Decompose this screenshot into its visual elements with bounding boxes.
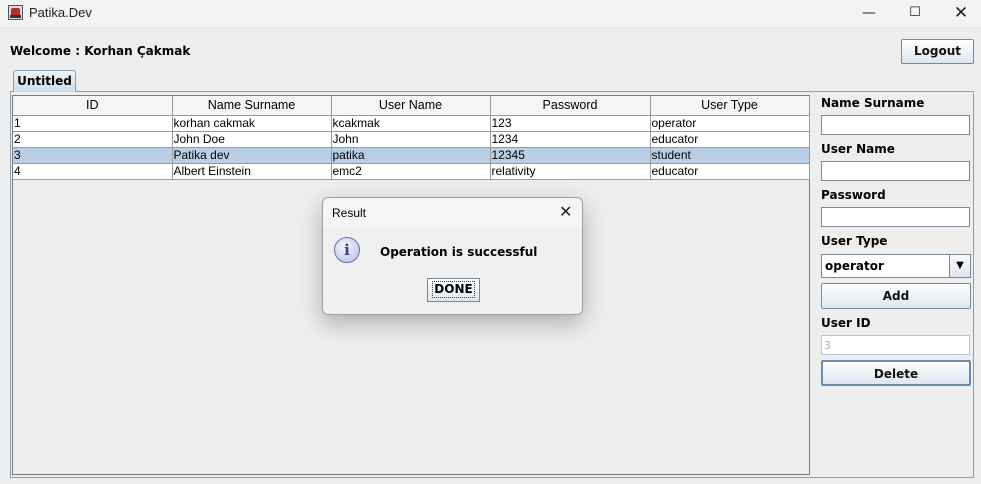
cell-user-type: student [650,147,810,164]
cell-id: 2 [13,131,173,148]
maximize-icon[interactable]: ☐ [892,0,938,28]
cell-name-surname: korhan cakmak [172,115,332,132]
close-icon[interactable]: ✕ [938,0,981,28]
name-surname-label: Name Surname [821,96,925,110]
cell-id: 3 [13,147,173,164]
users-table: ID Name Surname User Name Password User … [13,96,810,180]
cell-name-surname: Albert Einstein [172,163,332,180]
cell-id: 1 [13,115,173,132]
password-label: Password [821,188,886,202]
table-row[interactable]: 4 Albert Einstein emc2 relativity educat… [13,163,810,180]
cell-password: 1234 [490,131,651,148]
dialog-message: Operation is successful [380,245,538,259]
user-type-selected-value: operator [825,259,884,273]
table-header-row: ID Name Surname User Name Password User … [13,96,810,116]
add-button[interactable]: Add [821,283,971,309]
done-button[interactable]: DONE [427,278,480,302]
delete-button[interactable]: Delete [821,360,971,386]
cell-user-name: patika [331,147,491,164]
column-header-user-type[interactable]: User Type [650,96,810,116]
cell-password: 12345 [490,147,651,164]
table-row[interactable]: 1 korhan cakmak kcakmak 123 operator [13,115,810,132]
welcome-label: Welcome : Korhan Çakmak [10,44,191,58]
user-name-input[interactable] [821,161,970,181]
window-title: Patika.Dev [29,5,92,20]
done-button-label: DONE [432,281,475,298]
dialog-close-icon[interactable]: ✕ [559,202,572,221]
cell-user-type: educator [650,131,810,148]
information-icon: i [334,237,360,263]
table-row-selected[interactable]: 3 Patika dev patika 12345 student [13,147,810,164]
cell-password: 123 [490,115,651,132]
cell-id: 4 [13,163,173,180]
result-dialog: Result ✕ i Operation is successful DONE [322,197,583,315]
tab-untitled[interactable]: Untitled [13,70,76,92]
column-header-user-name[interactable]: User Name [331,96,491,116]
user-type-select[interactable]: operator ▼ [821,254,971,278]
minimize-icon[interactable]: — [846,0,892,28]
dialog-title-bar: Result ✕ [323,198,582,227]
cell-user-type: educator [650,163,810,180]
user-name-label: User Name [821,142,895,156]
cell-user-name: emc2 [331,163,491,180]
column-header-id[interactable]: ID [13,96,173,116]
column-header-password[interactable]: Password [490,96,651,116]
cell-name-surname: John Doe [172,131,332,148]
name-surname-input[interactable] [821,115,970,135]
password-input[interactable] [821,207,970,227]
table-row[interactable]: 2 John Doe John 1234 educator [13,131,810,148]
user-id-input[interactable]: 3 [821,335,970,355]
chevron-down-icon[interactable]: ▼ [949,255,970,277]
user-type-label: User Type [821,234,888,248]
dialog-title: Result [332,206,367,220]
logout-button[interactable]: Logout [901,39,974,64]
cell-user-name: kcakmak [331,115,491,132]
cell-user-name: John [331,131,491,148]
column-header-name-surname[interactable]: Name Surname [172,96,332,116]
app-icon [8,5,23,20]
cell-user-type: operator [650,115,810,132]
cell-password: relativity [490,163,651,180]
user-id-label: User ID [821,316,871,330]
cell-name-surname: Patika dev [172,147,332,164]
title-bar: Patika.Dev — ☐ ✕ [0,0,981,28]
